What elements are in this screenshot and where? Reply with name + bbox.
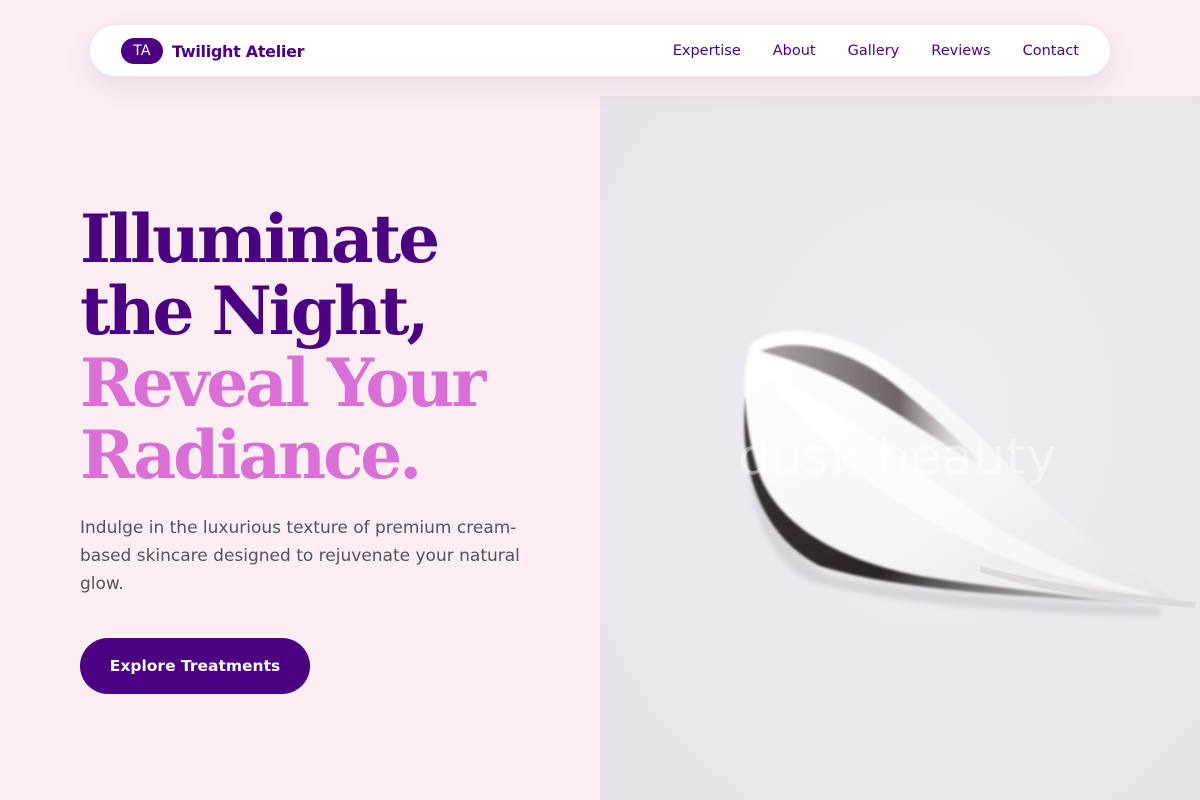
hero-image: dusk.beauty <box>600 96 1200 800</box>
hero-headline: Illuminate the Night, Reveal Your Radian… <box>80 200 486 494</box>
top-navigation: TA Twilight Atelier Expertise About Gall… <box>89 24 1111 77</box>
nav-link-reviews[interactable]: Reviews <box>931 43 990 59</box>
brand-name: Twilight Atelier <box>172 41 305 61</box>
nav-links: Expertise About Gallery Reviews Contact <box>673 25 1079 76</box>
nav-link-about[interactable]: About <box>773 43 816 59</box>
logo-badge: TA <box>121 38 163 64</box>
nav-link-gallery[interactable]: Gallery <box>848 43 900 59</box>
nav-link-expertise[interactable]: Expertise <box>673 43 741 59</box>
explore-treatments-button[interactable]: Explore Treatments <box>80 638 310 694</box>
headline-line-1: Illuminate <box>80 200 440 278</box>
hero-description: Indulge in the luxurious texture of prem… <box>80 518 520 594</box>
brand-logo[interactable]: TA Twilight Atelier <box>121 38 305 64</box>
headline-line-4: Radiance. <box>80 416 422 494</box>
headline-line-3: Reveal Your <box>80 344 486 422</box>
landing-page: TA Twilight Atelier Expertise About Gall… <box>0 0 1200 800</box>
image-watermark: dusk.beauty <box>738 428 1058 486</box>
nav-link-contact[interactable]: Contact <box>1023 43 1079 59</box>
headline-line-2: the Night, <box>80 272 429 350</box>
